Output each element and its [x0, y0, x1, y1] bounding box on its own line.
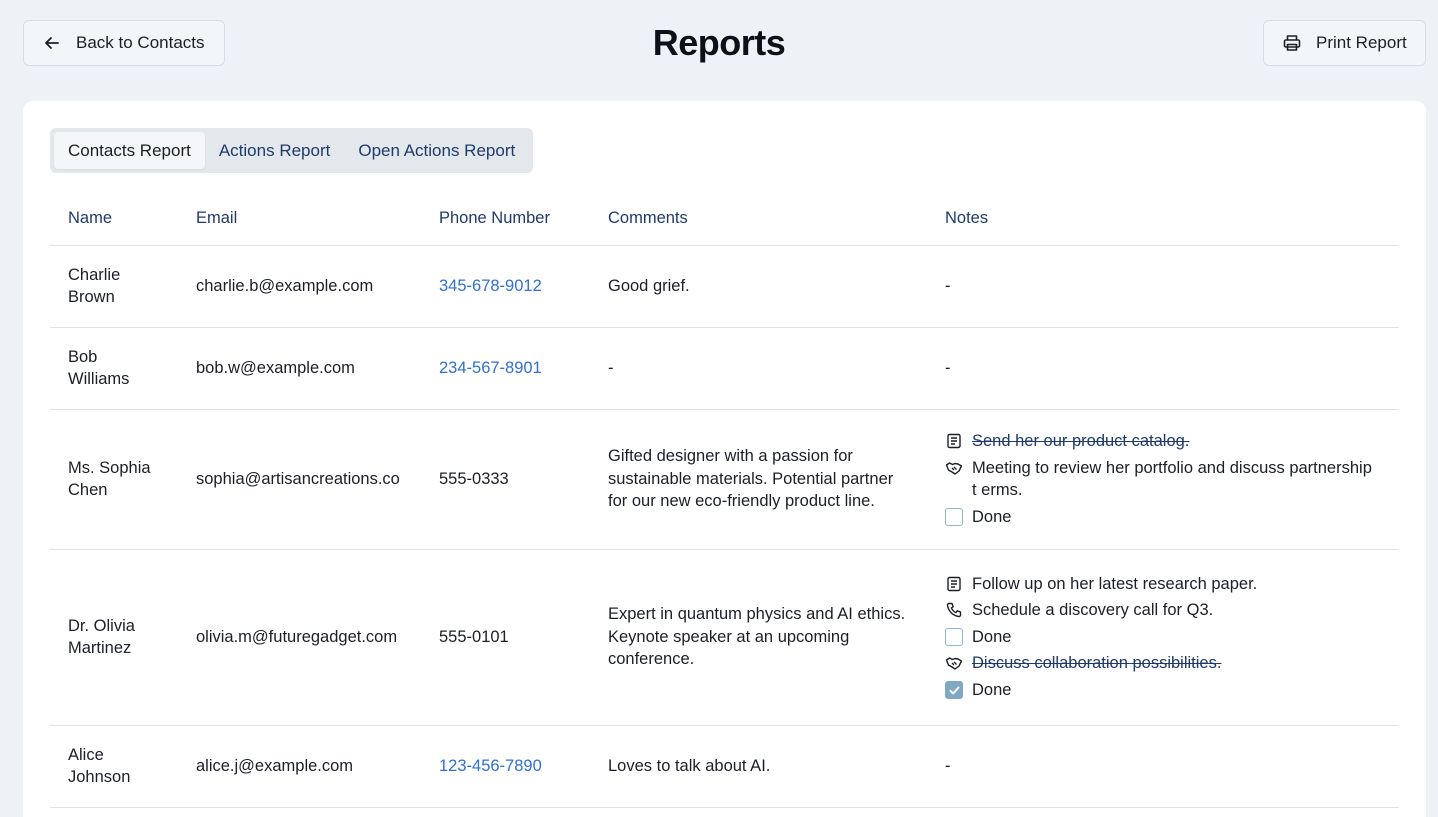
column-header-name: Name	[50, 193, 178, 246]
contact-name-line: Charlie	[68, 265, 121, 284]
tab-contacts-report[interactable]: Contacts Report	[54, 132, 205, 169]
comments-cell: Good grief.	[590, 245, 927, 328]
table-row: Alice Johnson alice.j@example.com 123-45…	[50, 725, 1399, 808]
printer-icon	[1283, 35, 1301, 51]
notes-cell: Follow up on her latest research paper. …	[927, 549, 1399, 726]
email-cell: alice.j@example.com	[178, 725, 421, 808]
contact-name-cell: Bob Williams	[50, 327, 178, 410]
action-item: Schedule a discovery call for Q3.	[945, 599, 1381, 622]
phone-link[interactable]: 345-678-9012	[439, 277, 542, 295]
report-card: Contacts Report Actions Report Open Acti…	[23, 101, 1426, 817]
contacts-table: Name Email Phone Number Comments Notes C…	[50, 193, 1399, 808]
done-label: Done	[972, 627, 1012, 646]
table-row: Ms. Sophia Chen sophia@artisancreations.…	[50, 409, 1399, 550]
done-label: Done	[972, 680, 1012, 699]
phone-link[interactable]: 234-567-8901	[439, 359, 542, 377]
contact-name-cell: Ms. Sophia Chen	[50, 409, 178, 550]
contact-name-line: Alice	[68, 745, 104, 764]
tab-actions-report[interactable]: Actions Report	[205, 132, 345, 169]
notepad-icon	[947, 433, 961, 449]
action-item: Meeting to review her portfolio and disc…	[945, 457, 1381, 502]
email-cell: olivia.m@futuregadget.com	[178, 549, 421, 726]
done-checkbox[interactable]	[945, 628, 963, 646]
done-checkbox[interactable]	[945, 681, 963, 699]
contact-name-line: Brown	[68, 288, 115, 306]
phone-cell: 123-456-7890	[421, 725, 590, 808]
action-text: Schedule a discovery call for Q3.	[972, 601, 1214, 620]
done-toggle: Done	[945, 679, 1381, 702]
column-header-comments: Comments	[590, 193, 927, 246]
column-header-phone: Phone Number	[421, 193, 590, 246]
contact-name-cell: Charlie Brown	[50, 245, 178, 328]
action-text: Discuss collaboration possibilities.	[972, 654, 1222, 673]
table-row: Dr. Olivia Martinez olivia.m@futuregadge…	[50, 549, 1399, 726]
tab-open-actions-report[interactable]: Open Actions Report	[344, 132, 529, 169]
contact-name-line: Johnson	[68, 768, 131, 786]
print-button-label: Print Report	[1316, 33, 1407, 52]
notes-cell: -	[927, 725, 1399, 808]
done-toggle: Done	[945, 506, 1381, 529]
action-text: Meeting to review her portfolio and disc…	[972, 458, 1372, 500]
print-report-button[interactable]: Print Report	[1263, 20, 1426, 66]
contact-name-line: Chen	[68, 481, 108, 499]
comments-cell: Expert in quantum physics and AI ethics.…	[590, 549, 927, 726]
table-row: Charlie Brown charlie.b@example.com 345-…	[50, 245, 1399, 328]
phone-cell: 555-0333	[421, 409, 590, 550]
page-title: Reports	[652, 22, 786, 63]
email-cell: bob.w@example.com	[178, 327, 421, 410]
phone-cell: 234-567-8901	[421, 327, 590, 410]
contact-name-line: Ms. Sophia	[68, 458, 151, 477]
notepad-icon	[947, 576, 961, 591]
action-text: Send her our product catalog.	[972, 432, 1190, 450]
notes-cell: -	[927, 245, 1399, 328]
contact-name-cell: Alice Johnson	[50, 725, 178, 808]
report-tabs: Contacts Report Actions Report Open Acti…	[50, 128, 534, 173]
phone-icon	[946, 603, 962, 618]
comments-cell: -	[590, 327, 927, 410]
done-checkbox[interactable]	[945, 507, 963, 526]
action-text: Follow up on her latest research paper.	[972, 574, 1258, 593]
handshake-icon	[945, 657, 963, 670]
checkmark-icon	[949, 686, 959, 694]
column-header-email: Email	[178, 193, 421, 246]
comments-cell: Gifted designer with a passion for susta…	[590, 409, 927, 550]
table-row: Bob Williams bob.w@example.com 234-567-8…	[50, 327, 1399, 410]
contact-name-cell: Dr. Olivia Martinez	[50, 549, 178, 726]
action-item: Discuss collaboration possibilities.	[945, 652, 1381, 675]
table-header-row: Name Email Phone Number Comments Notes	[50, 193, 1399, 246]
phone-cell: 555-0101	[421, 549, 590, 726]
top-bar: Back to Contacts Reports Print Report	[0, 0, 1438, 88]
notes-cell: -	[927, 327, 1399, 410]
contact-name-line: Williams	[68, 370, 130, 388]
column-header-notes: Notes	[927, 193, 1399, 246]
action-item: Send her our product catalog.	[945, 430, 1381, 453]
email-cell: charlie.b@example.com	[178, 245, 421, 328]
phone-link[interactable]: 123-456-7890	[439, 757, 542, 775]
done-toggle: Done	[945, 626, 1381, 649]
done-label: Done	[972, 507, 1012, 526]
phone-cell: 345-678-9012	[421, 245, 590, 328]
contact-name-line: Bob	[68, 347, 98, 366]
notes-cell: Send her our product catalog. Meeting to…	[927, 409, 1399, 550]
contact-name-line: Dr. Olivia	[68, 616, 135, 635]
action-item: Follow up on her latest research paper.	[945, 573, 1381, 596]
comments-cell: Loves to talk about AI.	[590, 725, 927, 808]
email-cell: sophia@artisancreations.co	[178, 409, 421, 550]
handshake-icon	[945, 461, 963, 475]
contact-name-line: Martinez	[68, 639, 132, 657]
